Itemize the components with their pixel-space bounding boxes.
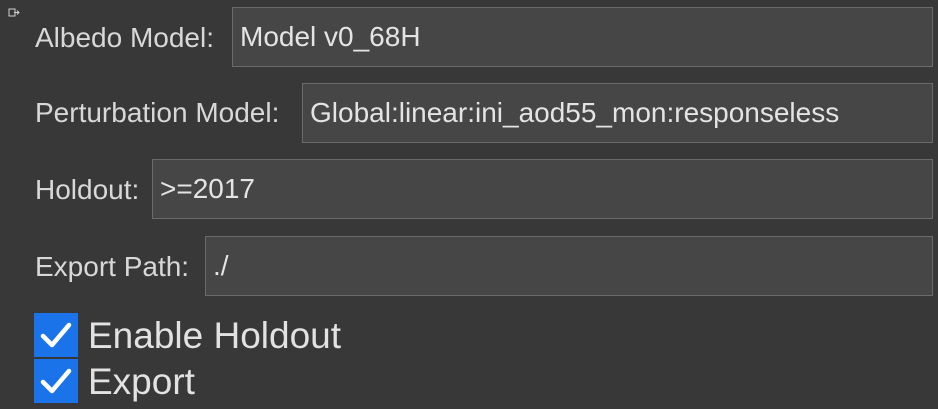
albedo-model-label: Albedo Model: — [35, 22, 215, 53]
albedo-model-input[interactable]: Model v0_68H — [232, 7, 933, 67]
export-row[interactable]: Export — [34, 359, 195, 403]
enable-holdout-label: Enable Holdout — [88, 314, 342, 356]
export-label: Export — [88, 360, 195, 402]
collapse-arrow-icon[interactable] — [8, 7, 20, 19]
holdout-label: Holdout: — [35, 174, 140, 205]
export-settings-panel: Albedo Model: Model v0_68H Perturbation … — [0, 0, 938, 409]
enable-holdout-row[interactable]: Enable Holdout — [34, 313, 341, 357]
export-checkbox[interactable] — [34, 359, 78, 403]
export-path-input[interactable]: ./ — [205, 236, 933, 296]
perturbation-model-input[interactable]: Global:linear:ini_aod55_mon:responseless — [302, 83, 933, 143]
perturbation-model-label: Perturbation Model: — [35, 97, 280, 128]
export-path-label: Export Path: — [35, 251, 190, 282]
checkmark-icon — [40, 368, 72, 394]
checkmark-icon — [40, 322, 72, 348]
enable-holdout-checkbox[interactable] — [34, 313, 78, 357]
holdout-input[interactable]: >=2017 — [152, 159, 933, 219]
